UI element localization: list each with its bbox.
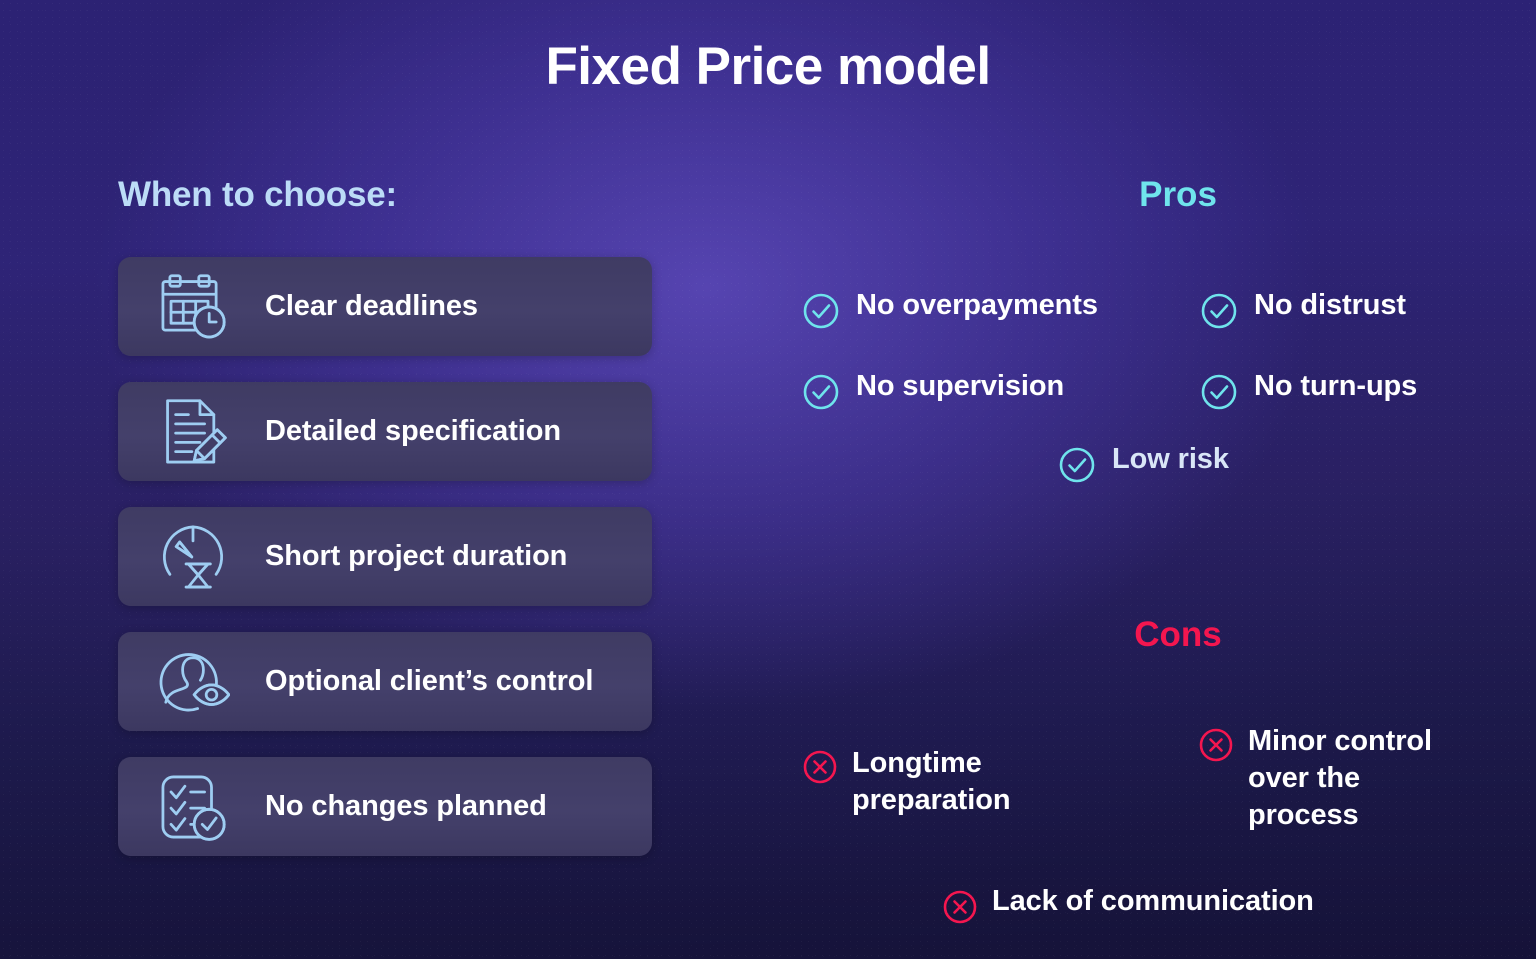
checklist-icon: [154, 768, 232, 846]
check-circle-icon: [1058, 446, 1096, 484]
cons-list: Longtime preparation Minor control over …: [760, 673, 1536, 925]
pros-heading: Pros: [1139, 175, 1217, 214]
x-circle-icon: [942, 889, 978, 925]
check-circle-icon: [802, 373, 840, 411]
cons-item: Longtime preparation: [802, 745, 1062, 819]
pros-item-label: Low risk: [1112, 443, 1229, 475]
cons-item-label: Minor control over the process: [1248, 725, 1432, 832]
cons-item: Minor control over the process: [1198, 723, 1448, 834]
criteria-card-label: Clear deadlines: [265, 290, 478, 322]
cons-heading: Cons: [1134, 615, 1222, 654]
when-to-choose-heading: When to choose:: [118, 175, 397, 214]
criteria-card-label: Short project duration: [265, 540, 568, 572]
criteria-card[interactable]: Clear deadlines: [118, 257, 652, 356]
pros-item: No turn-ups: [1200, 370, 1417, 411]
pros-item-label: No overpayments: [856, 289, 1098, 321]
pros-item: No overpayments: [802, 289, 1098, 330]
x-circle-icon: [802, 749, 838, 785]
criteria-card[interactable]: No changes planned: [118, 757, 652, 856]
cons-item: Lack of communication: [942, 885, 1314, 925]
check-circle-icon: [1200, 292, 1238, 330]
criteria-card-label: Detailed specification: [265, 415, 561, 447]
criteria-card-label: Optional client’s control: [265, 665, 594, 697]
pros-item-label: No distrust: [1254, 289, 1406, 321]
page-title: Fixed Price model: [545, 37, 991, 96]
infographic-canvas: Fixed Price model When to choose: Clear …: [0, 0, 1536, 959]
x-circle-icon: [1198, 727, 1234, 763]
criteria-card[interactable]: Short project duration: [118, 507, 652, 606]
pros-cons-section: Pros No overpayments No distrust No supe…: [760, 175, 1536, 925]
pros-item: Low risk: [1058, 443, 1229, 484]
person-eye-icon: [154, 643, 232, 721]
pros-list: No overpayments No distrust No supervisi…: [760, 267, 1536, 483]
calendar-clock-icon: [154, 268, 232, 346]
criteria-card[interactable]: Optional client’s control: [118, 632, 652, 731]
pros-item: No supervision: [802, 370, 1064, 411]
when-to-choose-section: When to choose: Clear deadlines Detailed…: [118, 175, 658, 856]
pros-item: No distrust: [1200, 289, 1406, 330]
document-pencil-icon: [154, 393, 232, 471]
pros-item-label: No turn-ups: [1254, 370, 1418, 402]
criteria-card-list: Clear deadlines Detailed specification S…: [118, 257, 658, 856]
criteria-card[interactable]: Detailed specification: [118, 382, 652, 481]
criteria-card-label: No changes planned: [265, 790, 547, 822]
cons-item-label: Longtime preparation: [852, 747, 1011, 817]
cons-item-label: Lack of communication: [992, 885, 1314, 917]
check-circle-icon: [1200, 373, 1238, 411]
check-circle-icon: [802, 292, 840, 330]
pros-item-label: No supervision: [856, 370, 1065, 402]
gauge-hourglass-icon: [154, 518, 232, 596]
